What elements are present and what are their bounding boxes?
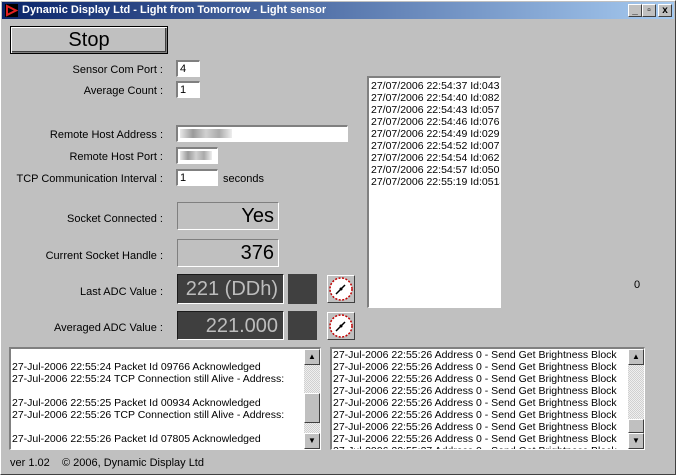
list-item[interactable]: 27/07/2006 22:54:57 Id:05025 <box>371 164 500 176</box>
current-socket-handle-label: Current Socket Handle : <box>45 250 163 262</box>
socket-connected-label: Socket Connected : <box>66 213 163 225</box>
list-item[interactable]: 27-Jul-2006 22:55:24 Packet Id 09766 Ack… <box>12 361 320 373</box>
packet-log-scrollbar[interactable]: ▲ ▼ <box>304 349 320 449</box>
dial-gauge-icon <box>329 277 353 301</box>
app-icon <box>5 4 18 17</box>
list-item[interactable]: 27/07/2006 22:55:19 Id:05143 <box>371 176 500 188</box>
averaged-adc-label: Averaged ADC Value : <box>53 322 163 334</box>
list-item[interactable]: 27-Jul-2006 22:55:26 Address 0 - Send Ge… <box>333 361 644 373</box>
remote-host-port-input[interactable] <box>176 147 218 164</box>
list-item[interactable]: 27-Jul-2006 22:55:27 Address 0 - Send Ge… <box>333 445 644 449</box>
list-item[interactable]: 27-Jul-2006 22:55:26 Address 0 - Send Ge… <box>333 433 644 445</box>
scroll-up-button[interactable]: ▲ <box>304 349 320 365</box>
current-socket-handle-display: 376 <box>177 239 279 267</box>
minimize-button[interactable]: _ <box>628 4 642 17</box>
dial-gauge-icon <box>329 314 353 338</box>
averaged-adc-indicator <box>288 311 317 340</box>
list-item[interactable]: 27/07/2006 22:54:40 Id:08246 <box>371 92 500 104</box>
list-item[interactable]: 27/07/2006 22:54:52 Id:00705 <box>371 140 500 152</box>
list-item[interactable]: 27-Jul-2006 22:55:26 Address 0 - Send Ge… <box>333 397 644 409</box>
restore-button[interactable]: ▫ <box>642 4 656 17</box>
remote-host-address-label: Remote Host Address : <box>49 129 163 141</box>
tcp-interval-unit: seconds <box>223 173 264 185</box>
scroll-up-button[interactable]: ▲ <box>628 349 644 365</box>
sensor-com-port-label: Sensor Com Port : <box>72 64 163 76</box>
list-item[interactable]: 27/07/2006 22:54:49 Id:02939 <box>371 128 500 140</box>
list-item[interactable]: 27-Jul-2006 22:55:25 Packet Id 00934 Ack… <box>12 397 320 409</box>
last-adc-gauge <box>327 275 355 303</box>
copyright-text: © 2006, Dynamic Display Ltd <box>61 457 204 469</box>
tcp-interval-label: TCP Communication Interval : <box>16 173 163 185</box>
list-item[interactable] <box>12 421 320 433</box>
window-title: Dynamic Display Ltd - Light from Tomorro… <box>22 4 327 16</box>
list-item[interactable]: 27-Jul-2006 22:55:26 Address 0 - Send Ge… <box>333 373 644 385</box>
list-item[interactable]: 27-Jul-2006 22:55:26 TCP Connection stil… <box>12 409 320 421</box>
average-count-label: Average Count : <box>83 85 163 97</box>
list-item[interactable]: 27/07/2006 22:54:37 Id:04357 <box>371 80 500 92</box>
list-item[interactable]: 27/07/2006 22:54:46 Id:07690 <box>371 116 500 128</box>
version-text: ver 1.02 <box>10 457 50 469</box>
scroll-thumb[interactable] <box>304 393 320 423</box>
close-button[interactable]: x <box>658 4 672 17</box>
list-item[interactable]: 27-Jul-2006 22:55:24 TCP Connection stil… <box>12 373 320 385</box>
brightness-log-list[interactable]: 27-Jul-2006 22:55:26 Address 0 - Send Ge… <box>330 347 645 450</box>
main-window: Dynamic Display Ltd - Light from Tomorro… <box>0 0 676 475</box>
list-item[interactable] <box>12 385 320 397</box>
last-adc-label: Last ADC Value : <box>80 286 163 298</box>
list-item[interactable]: 27-Jul-2006 22:55:26 Address 0 - Send Ge… <box>333 349 644 361</box>
last-adc-display: 221 (DDh) <box>177 274 284 304</box>
stop-button[interactable]: Stop <box>10 26 168 54</box>
socket-connected-display: Yes <box>177 202 279 230</box>
remote-host-port-label: Remote Host Port : <box>69 151 163 163</box>
averaged-adc-display: 221.000 <box>177 311 284 340</box>
tcp-interval-input[interactable]: 1 <box>176 169 218 186</box>
list-item[interactable] <box>12 349 320 361</box>
scroll-thumb[interactable] <box>628 419 644 433</box>
scroll-down-button[interactable]: ▼ <box>628 433 644 449</box>
side-counter: 0 <box>634 279 641 291</box>
title-bar[interactable]: Dynamic Display Ltd - Light from Tomorro… <box>2 2 674 19</box>
list-item[interactable]: 27-Jul-2006 22:55:26 Address 0 - Send Ge… <box>333 421 644 433</box>
packet-log-list[interactable]: 27-Jul-2006 22:55:24 Packet Id 09766 Ack… <box>9 347 321 450</box>
remote-host-address-input[interactable] <box>176 125 348 142</box>
scroll-down-button[interactable]: ▼ <box>304 433 320 449</box>
list-item[interactable]: 27-Jul-2006 22:55:26 Address 0 - Send Ge… <box>333 385 644 397</box>
averaged-adc-gauge <box>327 312 355 340</box>
id-log-list[interactable]: 27/07/2006 22:54:37 Id:04357 27/07/2006 2… <box>367 76 501 308</box>
list-item[interactable]: 27-Jul-2006 22:55:26 Address 0 - Send Ge… <box>333 409 644 421</box>
brightness-log-scrollbar[interactable]: ▲ ▼ <box>628 349 644 449</box>
list-item[interactable]: 27/07/2006 22:54:54 Id:06238 <box>371 152 500 164</box>
status-footer: ver 1.02 © 2006, Dynamic Display Ltd <box>10 457 204 469</box>
average-count-input[interactable]: 1 <box>176 81 200 98</box>
last-adc-indicator <box>288 274 317 304</box>
list-item[interactable]: 27-Jul-2006 22:55:26 Packet Id 07805 Ack… <box>12 433 320 445</box>
sensor-com-port-input[interactable]: 4 <box>176 60 200 77</box>
list-item[interactable]: 27/07/2006 22:54:43 Id:05733 <box>371 104 500 116</box>
